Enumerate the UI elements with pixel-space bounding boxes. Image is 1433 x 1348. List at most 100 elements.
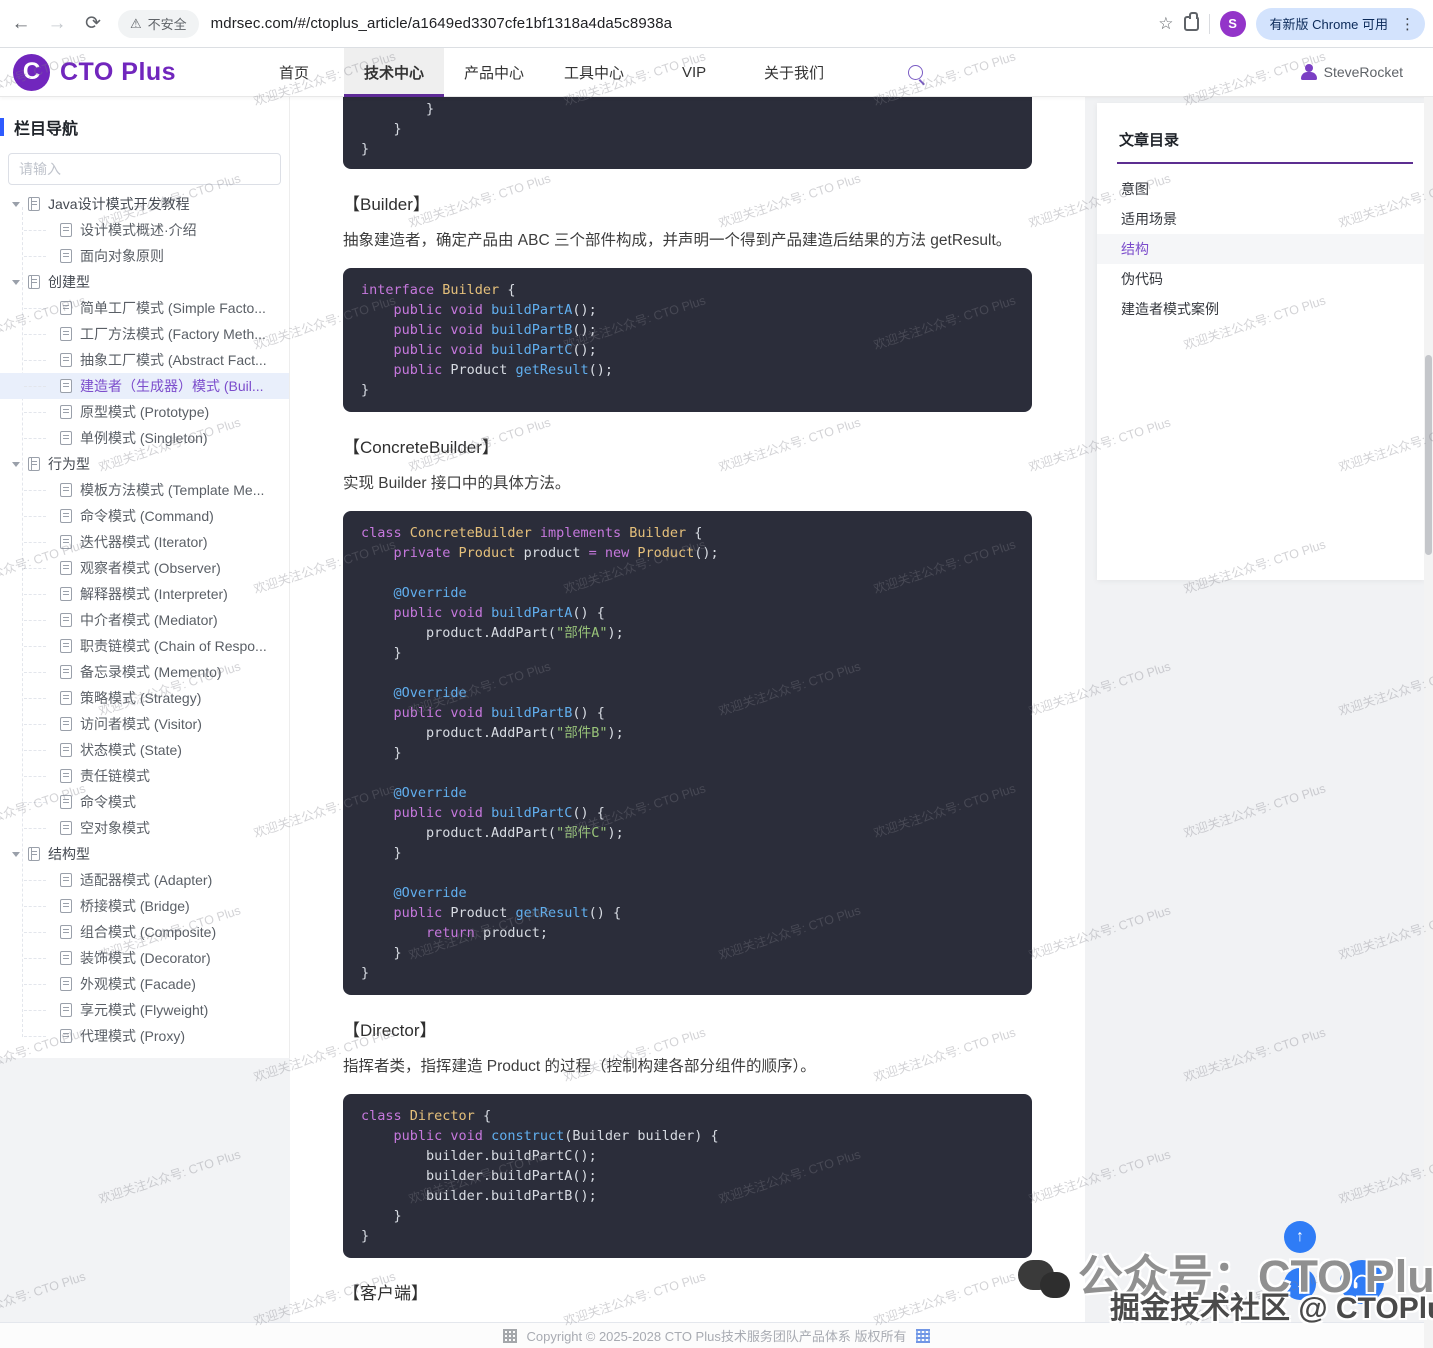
- tree-item-19[interactable]: 策略模式 (Strategy): [0, 685, 289, 711]
- tree-item-4[interactable]: 简单工厂模式 (Simple Facto...: [0, 295, 289, 321]
- tree-guide: [24, 620, 46, 621]
- tree-item-17[interactable]: 职责链模式 (Chain of Respo...: [0, 633, 289, 659]
- bookmark-star-icon[interactable]: ☆: [1158, 14, 1173, 34]
- search-icon[interactable]: [908, 65, 923, 80]
- tree-item-31[interactable]: 享元模式 (Flyweight): [0, 997, 289, 1023]
- tree-item-14[interactable]: 观察者模式 (Observer): [0, 555, 289, 581]
- tree-item-32[interactable]: 代理模式 (Proxy): [0, 1023, 289, 1049]
- tree-item-21[interactable]: 状态模式 (State): [0, 737, 289, 763]
- tree-item-18[interactable]: 备忘录模式 (Memento): [0, 659, 289, 685]
- nav-item-2[interactable]: 产品中心: [444, 48, 544, 97]
- browser-toolbar: ← → ⟳ ⚠ 不安全 mdrsec.com/#/ctoplus_article…: [0, 0, 1433, 48]
- tree-item-16[interactable]: 中介者模式 (Mediator): [0, 607, 289, 633]
- tree-item-12[interactable]: 命令模式 (Command): [0, 503, 289, 529]
- tree-item-26[interactable]: 适配器模式 (Adapter): [0, 867, 289, 893]
- accent-bar: [0, 118, 4, 136]
- tree-guide: [24, 438, 46, 439]
- tree-item-2[interactable]: 面向对象原则: [0, 243, 289, 269]
- tree-item-30[interactable]: 外观模式 (Facade): [0, 971, 289, 997]
- tree-item-6[interactable]: 抽象工厂模式 (Abstract Fact...: [0, 347, 289, 373]
- customer-service-button[interactable]: [1340, 1260, 1384, 1304]
- caret-down-icon[interactable]: [12, 280, 20, 285]
- tree-group-25[interactable]: 结构型: [0, 841, 289, 867]
- toc-item-1[interactable]: 适用场景: [1097, 204, 1425, 234]
- sidebar-search-input[interactable]: [8, 153, 281, 185]
- forward-button[interactable]: →: [42, 9, 72, 39]
- document-icon: [60, 431, 72, 445]
- tree-item-15[interactable]: 解释器模式 (Interpreter): [0, 581, 289, 607]
- page-scrollbar[interactable]: [1424, 97, 1433, 1348]
- tree-item-23[interactable]: 命令模式: [0, 789, 289, 815]
- extensions-icon[interactable]: [1184, 16, 1199, 31]
- address-bar[interactable]: mdrsec.com/#/ctoplus_article/a1649ed3307…: [211, 15, 672, 32]
- nav-item-5[interactable]: 关于我们: [744, 48, 844, 97]
- brand-title[interactable]: CTO Plus: [60, 58, 176, 87]
- main-nav: 首页技术中心产品中心工具中心VIP关于我们: [244, 48, 844, 97]
- scrollbar-thumb[interactable]: [1425, 355, 1432, 555]
- scroll-top-button[interactable]: ↑: [1284, 1221, 1316, 1253]
- tree-item-label: 职责链模式 (Chain of Respo...: [80, 636, 267, 656]
- site-logo[interactable]: C: [13, 54, 50, 91]
- tree-item-24[interactable]: 空对象模式: [0, 815, 289, 841]
- tree-group-3[interactable]: 创建型: [0, 269, 289, 295]
- toc-item-4[interactable]: 建造者模式案例: [1097, 294, 1425, 324]
- browser-menu-icon[interactable]: ⋮: [1396, 15, 1419, 33]
- tree-item-28[interactable]: 组合模式 (Composite): [0, 919, 289, 945]
- tree-item-label: 结构型: [48, 844, 90, 864]
- tree-item-27[interactable]: 桥接模式 (Bridge): [0, 893, 289, 919]
- copyright-text: Copyright © 2025-2028 CTO Plus技术服务团队产品体系…: [527, 1326, 907, 1345]
- tree-item-22[interactable]: 责任链模式: [0, 763, 289, 789]
- tree-item-7[interactable]: 建造者（生成器）模式 (Buil...: [0, 373, 289, 399]
- document-icon: [60, 691, 72, 705]
- document-icon: [60, 249, 72, 263]
- toc-item-3[interactable]: 伪代码: [1097, 264, 1425, 294]
- document-icon: [60, 379, 72, 393]
- user-box[interactable]: SteveRocket: [1301, 64, 1403, 80]
- nav-item-3[interactable]: 工具中心: [544, 48, 644, 97]
- security-chip[interactable]: ⚠ 不安全: [118, 10, 199, 38]
- document-icon: [60, 1003, 72, 1017]
- nav-item-0[interactable]: 首页: [244, 48, 344, 97]
- tree-item-label: 工厂方法模式 (Factory Meth...: [80, 324, 266, 344]
- tree-item-13[interactable]: 迭代器模式 (Iterator): [0, 529, 289, 555]
- tree-item-label: 状态模式 (State): [80, 740, 182, 760]
- tree-item-20[interactable]: 访问者模式 (Visitor): [0, 711, 289, 737]
- reload-button[interactable]: ⟳: [78, 9, 108, 39]
- tree-item-label: 命令模式: [80, 792, 136, 812]
- document-icon: [60, 639, 72, 653]
- document-icon: [60, 483, 72, 497]
- scroll-bottom-button[interactable]: ↓: [1284, 1268, 1316, 1300]
- tree-item-9[interactable]: 单例模式 (Singleton): [0, 425, 289, 451]
- tree-guide: [24, 568, 46, 569]
- code-block-6: class ConcreteBuilder implements Builder…: [343, 511, 1032, 995]
- nav-item-1[interactable]: 技术中心: [344, 48, 444, 97]
- tree-item-label: 建造者（生成器）模式 (Buil...: [80, 376, 264, 396]
- caret-down-icon[interactable]: [12, 462, 20, 467]
- caret-down-icon[interactable]: [12, 202, 20, 207]
- site-header: C CTO Plus 首页技术中心产品中心工具中心VIP关于我们 SteveRo…: [0, 48, 1433, 97]
- username: SteveRocket: [1324, 64, 1403, 80]
- browser-profile-avatar[interactable]: S: [1220, 11, 1246, 37]
- tree-item-8[interactable]: 原型模式 (Prototype): [0, 399, 289, 425]
- tree-item-label: 创建型: [48, 272, 90, 292]
- back-button[interactable]: ←: [6, 9, 36, 39]
- toc-item-2[interactable]: 结构: [1097, 234, 1425, 264]
- document-icon: [60, 405, 72, 419]
- caret-down-icon[interactable]: [12, 852, 20, 857]
- tree-group-10[interactable]: 行为型: [0, 451, 289, 477]
- tree-item-29[interactable]: 装饰模式 (Decorator): [0, 945, 289, 971]
- tree-guide: [24, 516, 46, 517]
- tree-guide: [24, 750, 46, 751]
- chrome-update-pill[interactable]: 有新版 Chrome 可用 ⋮: [1256, 8, 1425, 40]
- tree-group-0[interactable]: Java设计模式开发教程: [0, 191, 289, 217]
- document-icon: [60, 665, 72, 679]
- tree-item-11[interactable]: 模板方法模式 (Template Me...: [0, 477, 289, 503]
- toc-item-0[interactable]: 意图: [1097, 174, 1425, 204]
- tree-item-label: 外观模式 (Facade): [80, 974, 196, 994]
- tree-guide: [24, 334, 46, 335]
- tree-item-label: 访问者模式 (Visitor): [80, 714, 202, 734]
- sidebar-title: 栏目导航: [0, 115, 289, 139]
- tree-item-5[interactable]: 工厂方法模式 (Factory Meth...: [0, 321, 289, 347]
- tree-item-1[interactable]: 设计模式概述·介绍: [0, 217, 289, 243]
- nav-item-4[interactable]: VIP: [644, 48, 744, 97]
